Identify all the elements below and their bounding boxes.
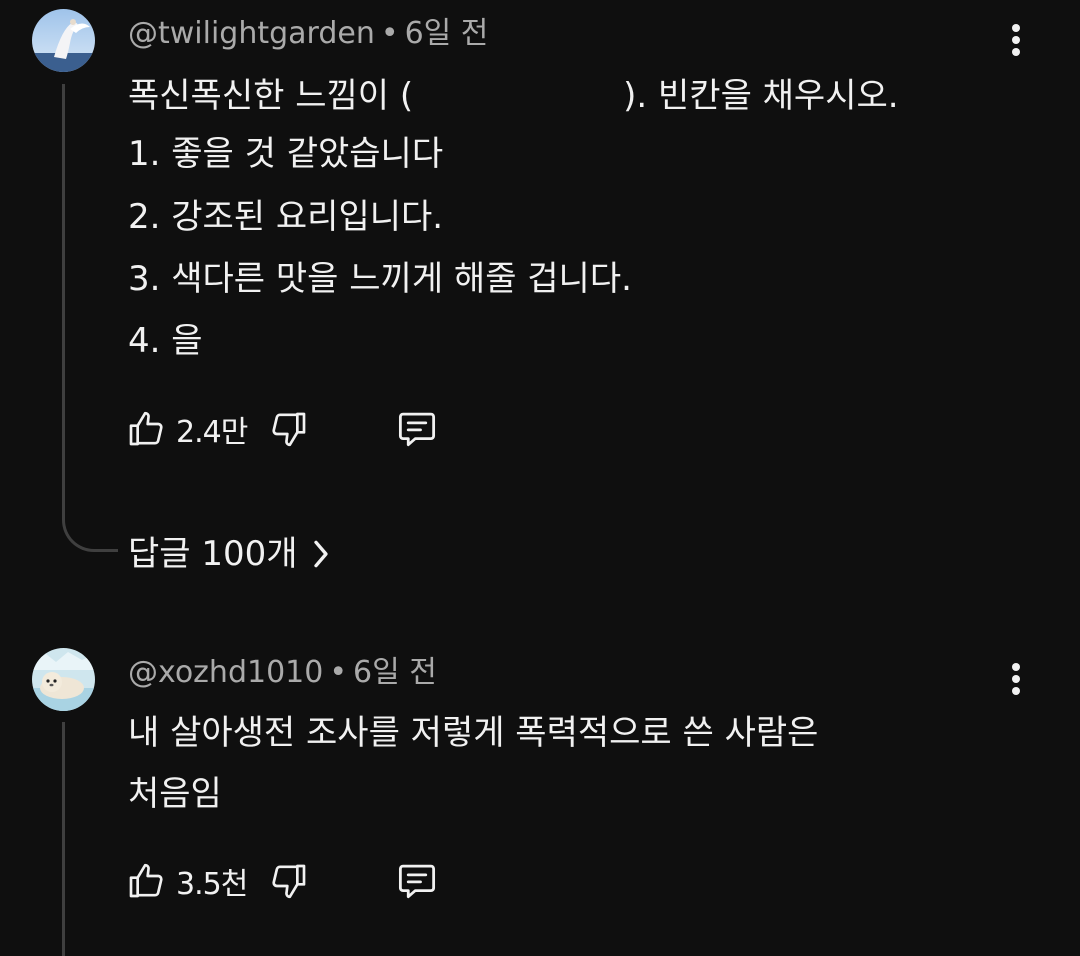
comment-text-part: ). 빈칸을 채우시오. bbox=[623, 76, 899, 116]
comment-text-line: 4. 을 bbox=[128, 321, 203, 361]
thread-line bbox=[62, 84, 65, 512]
more-vertical-icon[interactable] bbox=[996, 18, 1036, 62]
thumbs-up-icon bbox=[129, 863, 163, 898]
like-button[interactable]: 2.4만 bbox=[126, 407, 248, 451]
comment-actions: 2.4만 bbox=[126, 406, 439, 452]
meta-separator: • bbox=[380, 16, 399, 51]
thread-curve bbox=[62, 512, 118, 552]
thumbs-down-icon bbox=[272, 864, 306, 899]
comment-author[interactable]: @xozhd1010 bbox=[128, 655, 323, 690]
comment-text-part: 폭신폭신한 느낌이 ( bbox=[128, 76, 414, 116]
thread-line bbox=[62, 722, 65, 956]
comment-meta: @twilightgarden • 6일 전 bbox=[128, 16, 488, 52]
thumbs-down-icon bbox=[272, 412, 306, 447]
comment-text-line: 폭신폭신한 느낌이 ( ). 빈칸을 채우시오. bbox=[128, 76, 899, 116]
meta-separator: • bbox=[329, 655, 348, 690]
comment-text-line: 처음임 bbox=[128, 774, 222, 814]
like-count: 3.5천 bbox=[176, 867, 248, 902]
comment-text-line: 1. 좋을 것 같았습니다 bbox=[128, 134, 444, 174]
avatar[interactable] bbox=[32, 9, 95, 72]
dislike-button[interactable] bbox=[269, 860, 309, 902]
chevron-right-icon bbox=[313, 540, 328, 568]
comment-text-line: 2. 강조된 요리입니다. bbox=[128, 197, 444, 237]
reply-button[interactable] bbox=[395, 408, 439, 450]
comment-icon bbox=[399, 412, 436, 447]
comment-time[interactable]: 6일 전 bbox=[405, 16, 489, 51]
like-button[interactable]: 3.5천 bbox=[126, 859, 248, 903]
avatar[interactable] bbox=[32, 648, 95, 711]
reply-button[interactable] bbox=[395, 860, 439, 902]
comment-icon bbox=[399, 864, 436, 899]
thumbs-up-icon bbox=[129, 411, 163, 446]
comment-author[interactable]: @twilightgarden bbox=[128, 16, 375, 51]
dislike-button[interactable] bbox=[269, 408, 309, 450]
comment-time[interactable]: 6일 전 bbox=[353, 655, 437, 690]
view-replies-button[interactable]: 답글 100개 bbox=[128, 532, 330, 576]
avatar-image bbox=[32, 9, 95, 72]
comment-text-line: 3. 색다른 맛을 느끼게 해줄 겁니다. bbox=[128, 259, 632, 299]
comment-actions: 3.5천 bbox=[126, 858, 439, 904]
more-vertical-icon[interactable] bbox=[996, 657, 1036, 701]
replies-count: 답글 100개 bbox=[128, 534, 298, 574]
avatar-image bbox=[32, 648, 95, 711]
like-count: 2.4만 bbox=[176, 415, 248, 450]
comment-text-line: 내 살아생전 조사를 저렇게 폭력적으로 쓴 사람은 bbox=[128, 713, 819, 753]
comment-meta: @xozhd1010 • 6일 전 bbox=[128, 655, 437, 691]
